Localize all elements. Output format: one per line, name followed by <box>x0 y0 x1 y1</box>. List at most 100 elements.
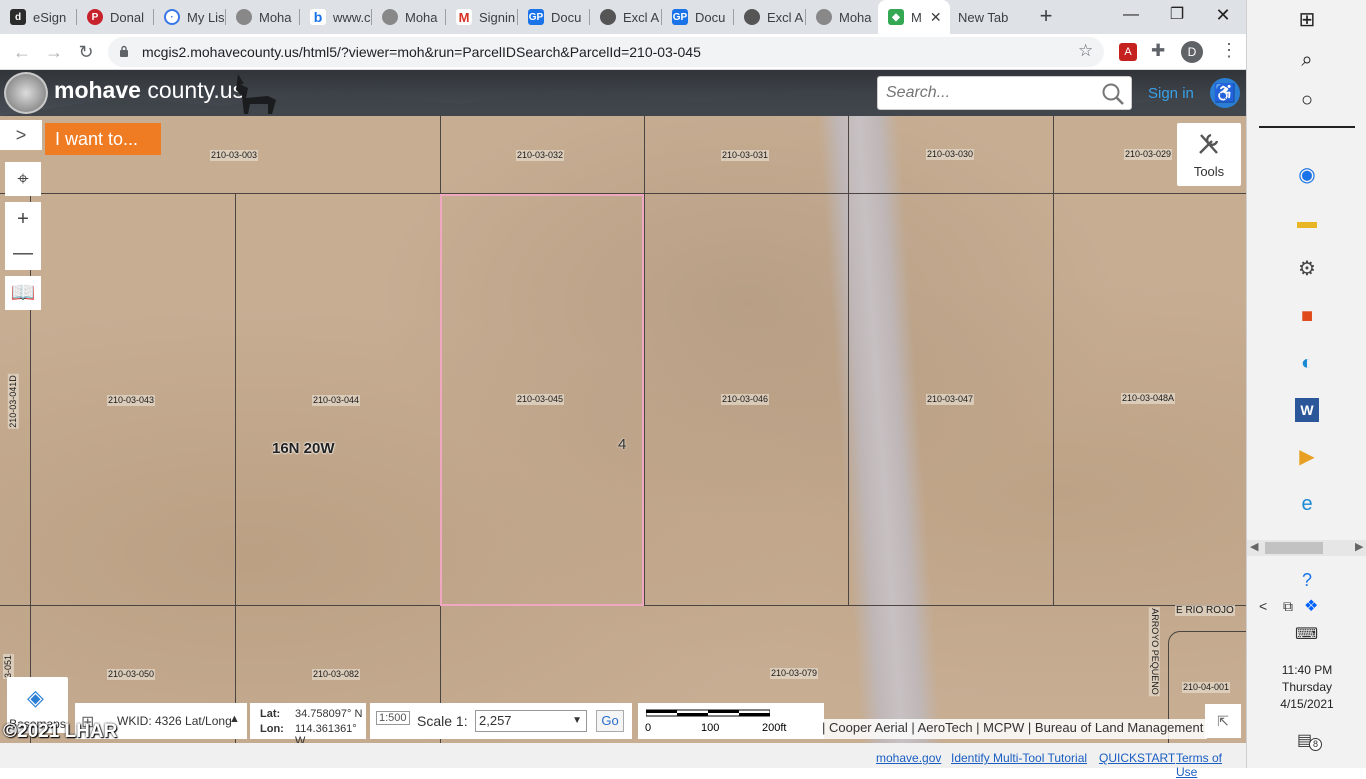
word-icon[interactable]: W <box>1295 398 1319 422</box>
close-tab-icon[interactable]: ✕ <box>930 9 942 26</box>
collapse-arrow-icon[interactable]: ⇱ <box>1205 704 1241 738</box>
parcel-label-210-03-032: 210-03-032 <box>516 150 565 161</box>
parcel-label-210-03-003: 210-03-003 <box>210 150 259 161</box>
browser-tab[interactable]: GP Docu <box>662 0 734 34</box>
browser-tab[interactable]: New Tab <box>950 0 1030 34</box>
taskbar-clock[interactable]: 11:40 PM Thursday 4/15/2021 <box>1247 662 1366 713</box>
site-logo-text[interactable]: mohave county.us <box>54 77 244 104</box>
scroll-left-icon[interactable]: ◀ <box>1250 540 1258 553</box>
parcel-label-210-03-082: 210-03-082 <box>312 669 361 680</box>
forward-icon[interactable]: → <box>42 40 66 64</box>
windows-start-icon[interactable]: ⊞ <box>1295 8 1319 32</box>
bookmarks-book-icon[interactable]: 📖 <box>5 276 41 310</box>
map-view[interactable]: 210-03-003 210-03-032 210-03-031 210-03-… <box>0 116 1246 743</box>
accessibility-icon[interactable]: ♿ <box>1210 78 1240 108</box>
tools-wrench-icon <box>1199 133 1219 154</box>
parcel-label-210-03-048a: 210-03-048A <box>1121 393 1176 404</box>
horizontal-scrollbar[interactable]: ◀ ▶ <box>1247 540 1366 556</box>
profile-avatar[interactable]: D <box>1181 41 1203 63</box>
tools-button[interactable]: Tools <box>1177 123 1241 186</box>
imagery-copyright: ©2021 LHAR <box>3 721 118 742</box>
search-icon[interactable]: ⌕ <box>1295 48 1319 72</box>
browser-tab[interactable]: Excl A <box>734 0 806 34</box>
browser-tab[interactable]: Moha <box>372 0 446 34</box>
tray-expand-icon[interactable]: < <box>1259 598 1267 614</box>
zoom-in-button[interactable]: + <box>5 202 41 236</box>
parcel-label-210-03-029: 210-03-029 <box>1124 149 1173 160</box>
notifications-icon[interactable]: ▤ 8 <box>1297 730 1322 751</box>
browser-tab[interactable]: Moha <box>806 0 878 34</box>
edge-icon[interactable]: ◐ <box>1295 351 1319 375</box>
dry-wash-feature <box>818 116 942 743</box>
new-tab-button[interactable]: + <box>1036 5 1056 27</box>
county-seal-icon <box>236 9 252 25</box>
internet-explorer-icon[interactable]: e <box>1295 492 1319 516</box>
parcel-label-210-03-047: 210-03-047 <box>926 394 975 405</box>
reload-icon[interactable]: ↻ <box>74 40 98 64</box>
sign-in-link[interactable]: Sign in <box>1148 85 1194 102</box>
settings-gear-icon[interactable]: ⚙ <box>1295 257 1319 281</box>
parcel-label-210-03-044: 210-03-044 <box>312 395 361 406</box>
i-want-to-button[interactable]: I want to... <box>45 123 161 155</box>
footer-link-terms[interactable]: Terms of Use <box>1176 751 1246 779</box>
browser-tab-strip: d eSign P Donal · My Lis Moha b www.c Moha M… <box>0 0 1246 34</box>
chrome-icon[interactable]: ◉ <box>1295 163 1319 187</box>
extensions-puzzle-icon[interactable]: ✚ <box>1151 41 1165 61</box>
gp-icon: GP <box>528 9 544 25</box>
scale-icon: 1:500 <box>376 711 410 725</box>
taskbar-divider <box>1259 126 1355 128</box>
media-player-icon[interactable]: ▶ <box>1295 445 1319 469</box>
zoom-out-button[interactable]: — <box>5 236 41 270</box>
scale-select[interactable]: 2,257 ▼ <box>475 710 587 732</box>
browser-tab[interactable]: Moha <box>226 0 300 34</box>
go-button[interactable]: Go <box>596 710 624 732</box>
task-view-icon[interactable]: ○ <box>1295 88 1319 112</box>
locate-me-icon[interactable]: ⌖ <box>5 162 41 196</box>
county-seal-icon <box>816 9 832 25</box>
section-label: 4 <box>618 436 627 453</box>
pdf-extension-icon[interactable]: A <box>1119 43 1137 61</box>
browser-menu-icon[interactable]: ⋮ <box>1220 40 1238 61</box>
browser-tab[interactable]: GP Docu <box>518 0 590 34</box>
browser-tab[interactable]: · My Lis <box>154 0 226 34</box>
parcel-label-210-03-050: 210-03-050 <box>107 669 156 680</box>
back-icon[interactable]: ← <box>10 40 34 64</box>
store-icon[interactable]: ■ <box>1295 304 1319 328</box>
maps-icon: ◆ <box>888 9 904 25</box>
scroll-right-icon[interactable]: ▶ <box>1355 540 1363 553</box>
browser-tab[interactable]: b www.c <box>300 0 372 34</box>
help-icon[interactable]: ? <box>1295 568 1319 592</box>
expand-panel-button[interactable]: > <box>0 120 42 150</box>
browser-tab[interactable]: P Donal <box>77 0 154 34</box>
notification-count-badge: 8 <box>1309 738 1322 751</box>
search-input[interactable] <box>886 82 1091 104</box>
parcel-label-side: 210-03-041D <box>7 374 19 429</box>
street-label: E RIO ROJO <box>1175 605 1235 616</box>
close-window-button[interactable]: ✕ <box>1200 0 1246 34</box>
bookmark-star-icon[interactable]: ☆ <box>1078 41 1093 61</box>
dropbox-icon[interactable]: ❖ <box>1304 596 1318 616</box>
file-explorer-icon[interactable]: ▬ <box>1295 210 1319 234</box>
county-seal-logo[interactable] <box>4 72 48 114</box>
scrollbar-thumb[interactable] <box>1265 542 1323 554</box>
maximize-button[interactable]: ❐ <box>1154 0 1200 34</box>
search-icon[interactable] <box>1101 82 1125 106</box>
parcel-label-210-03-079: 210-03-079 <box>770 668 819 679</box>
lock-icon <box>120 45 128 57</box>
footer-link-tutorial[interactable]: Identify Multi-Tool Tutorial <box>951 751 1087 765</box>
browser-tab[interactable]: d eSign <box>0 0 77 34</box>
street-label: ARROYO PEQUENO <box>1148 607 1160 696</box>
tray-app-icon[interactable]: ⧉ <box>1283 598 1293 615</box>
footer-link-quickstart[interactable]: QUICKSTART <box>1099 751 1175 765</box>
url-text: mcgis2.mohavecounty.us/html5/?viewer=moh… <box>142 44 701 60</box>
footer-link-mohave-gov[interactable]: mohave.gov <box>876 751 941 765</box>
parcel-boundary <box>1053 116 1054 606</box>
keyboard-icon[interactable]: ⌨ <box>1295 624 1318 644</box>
browser-tab[interactable]: Excl A <box>590 0 662 34</box>
minimize-button[interactable]: — <box>1108 0 1154 34</box>
bing-icon: b <box>310 9 326 25</box>
url-bar[interactable]: mcgis2.mohavecounty.us/html5/?viewer=moh… <box>108 37 1104 67</box>
browser-tab-active[interactable]: ◆ M ✕ <box>878 0 950 34</box>
browser-tab[interactable]: M Signin <box>446 0 518 34</box>
caret-up-icon: ▲ <box>229 713 240 725</box>
